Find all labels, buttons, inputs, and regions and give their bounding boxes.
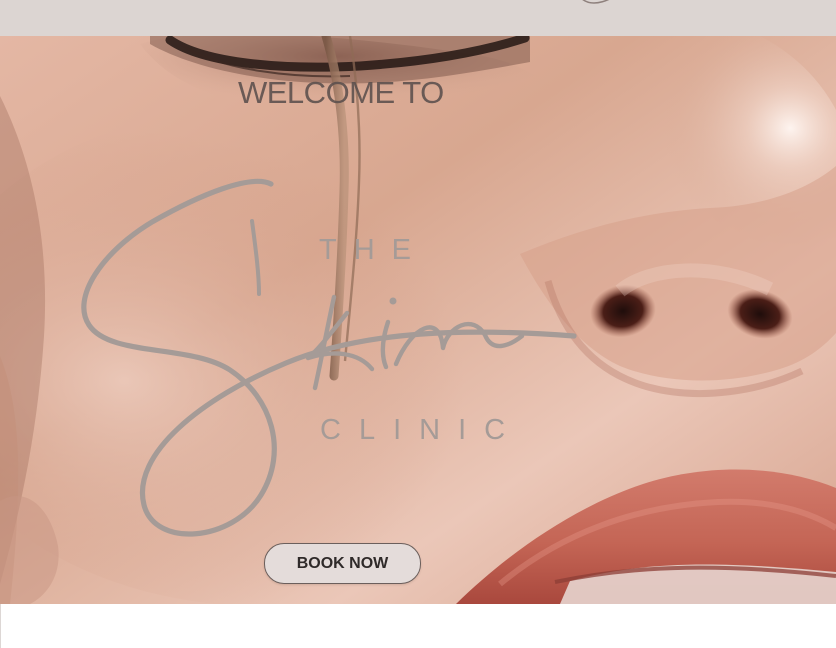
- swoosh-icon: [582, 0, 610, 4]
- logo-word-the: THE: [319, 234, 428, 266]
- hero-banner: WELCOME TO THE CLINIC BOOK NOW: [0, 36, 836, 604]
- next-section-panel: [0, 604, 836, 648]
- hero-heading: WELCOME TO: [238, 75, 444, 110]
- book-now-button[interactable]: BOOK NOW: [264, 543, 421, 584]
- page: WELCOME TO THE CLINIC BOOK NOW: [0, 0, 836, 648]
- face-background-image: [0, 36, 836, 604]
- panel-border: [0, 604, 1, 648]
- logo-word-clinic: CLINIC: [320, 414, 524, 446]
- top-header: [0, 0, 836, 36]
